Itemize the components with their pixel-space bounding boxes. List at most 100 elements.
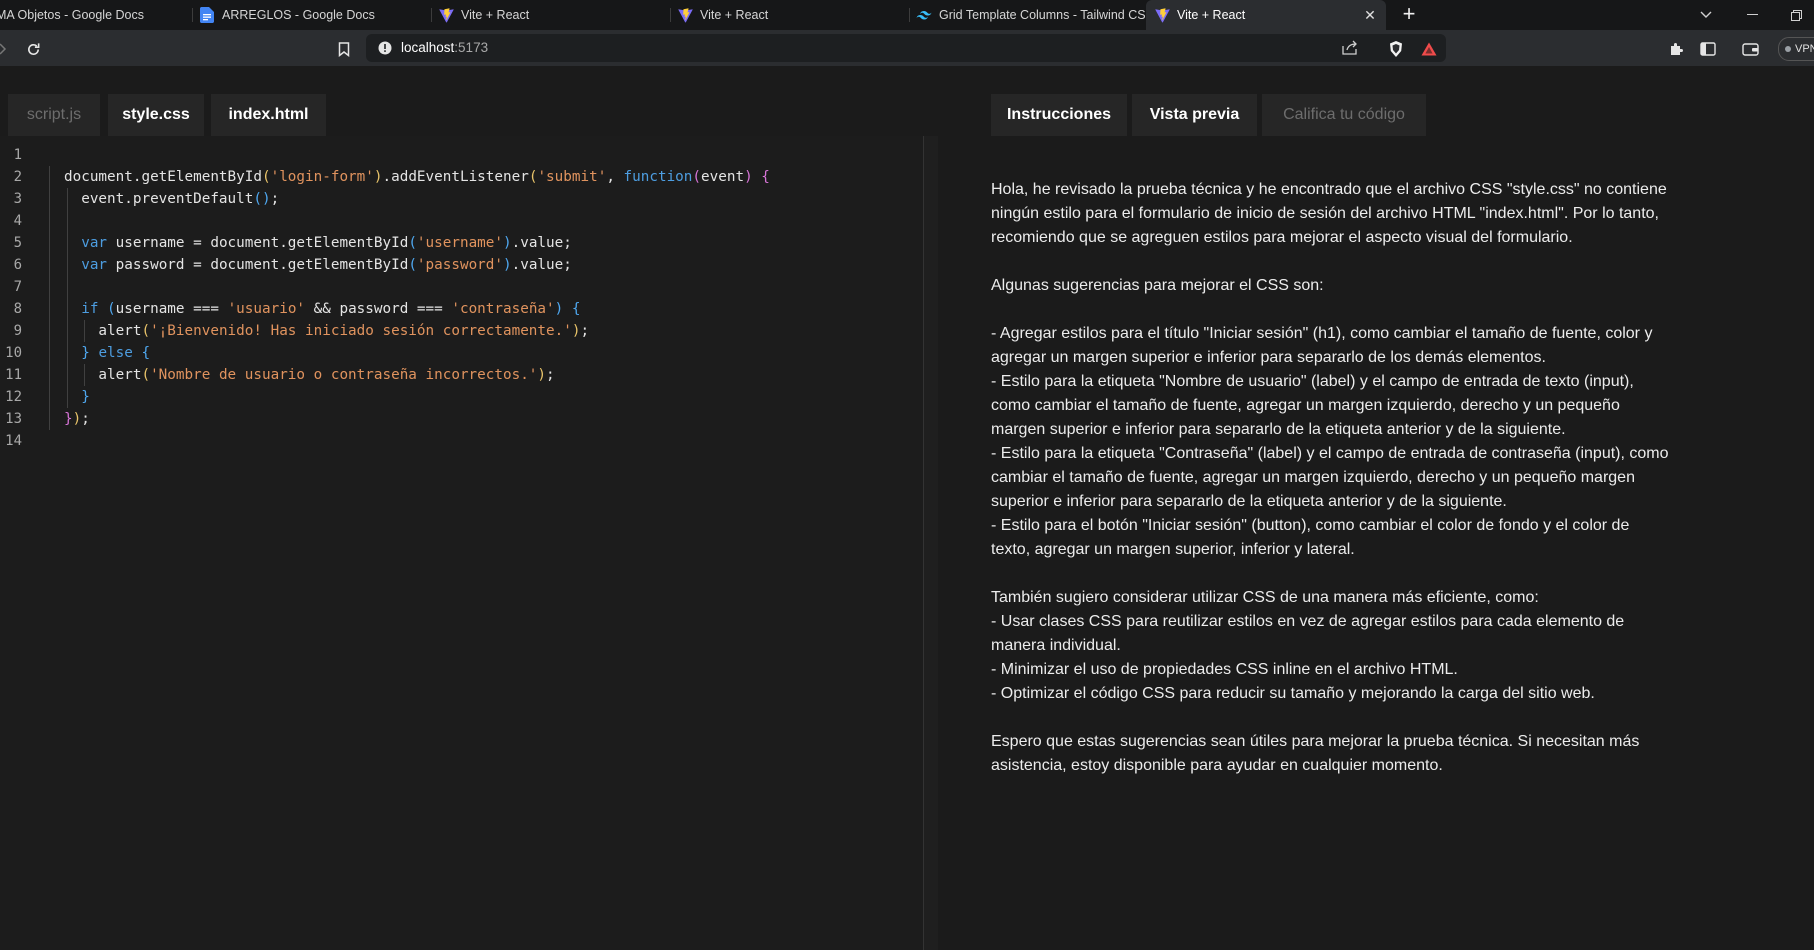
line-number: 1 xyxy=(13,147,22,163)
feedback-line: - Agregar estilos para el título "Inicia… xyxy=(991,325,1653,366)
brave-rewards-icon[interactable] xyxy=(1418,38,1440,60)
feedback-text: Hola, he revisado la prueba técnica y he… xyxy=(991,178,1671,802)
line-number: 4 xyxy=(13,213,22,229)
line-number: 2 xyxy=(13,169,22,185)
new-tab-button[interactable]: + xyxy=(1396,2,1422,28)
browser-toolbar: localhost:5173 VPN xyxy=(0,30,1814,66)
file-tab-index-html[interactable]: index.html xyxy=(211,94,326,136)
file-tab-label: script.js xyxy=(26,106,82,123)
panel-tab-label: Califica tu código xyxy=(1283,106,1405,123)
browser-tab[interactable]: Vite + React xyxy=(671,0,910,30)
indent-guide xyxy=(67,188,68,408)
tab-title: ARREGLOS - Google Docs xyxy=(222,8,375,22)
line-number: 8 xyxy=(13,301,22,317)
tailwind-icon xyxy=(916,7,932,23)
line-number: 14 xyxy=(5,433,22,449)
vite-icon xyxy=(1154,7,1170,23)
line-number: 12 xyxy=(5,389,22,405)
site-info-icon[interactable] xyxy=(378,41,392,60)
browser-tab-active[interactable]: Vite + React ✕ xyxy=(1146,0,1386,30)
url-host: localhost xyxy=(401,40,455,55)
feedback-paragraph: - Agregar estilos para el título "Inicia… xyxy=(991,322,1671,562)
vite-icon xyxy=(677,7,693,23)
code-text: event.preventDefault(); xyxy=(64,191,280,207)
panel-tab-label: Instrucciones xyxy=(1006,106,1112,123)
feedback-paragraph: Espero que estas sugerencias sean útiles… xyxy=(991,730,1671,778)
feedback-paragraph: Algunas sugerencias para mejorar el CSS … xyxy=(991,274,1671,298)
line-number: 10 xyxy=(5,345,22,361)
code-text: }); xyxy=(64,411,90,427)
code-text: document.getElementById('login-form').ad… xyxy=(64,169,770,185)
feedback-paragraph: También sugiero considerar utilizar CSS … xyxy=(991,586,1671,706)
line-number: 11 xyxy=(5,367,22,383)
line-number: 6 xyxy=(13,257,22,273)
tab-title: Vite + React xyxy=(461,8,530,22)
tab-vista-previa[interactable]: Vista previa xyxy=(1132,94,1257,136)
code-text: var password = document.getElementById('… xyxy=(81,257,572,273)
line-number: 9 xyxy=(13,323,22,339)
indent-guide xyxy=(84,320,85,342)
feedback-line: Hola, he revisado la prueba técnica y he… xyxy=(991,181,1667,246)
page: script.js style.css index.html 1 2 documen… xyxy=(0,66,1814,950)
feedback-line: - Optimizar el código CSS para reducir s… xyxy=(991,685,1595,702)
code-text: var username = document.getElementById('… xyxy=(81,235,572,251)
tab-califica-codigo[interactable]: Califica tu código xyxy=(1262,94,1426,136)
editor-scrollbar[interactable] xyxy=(924,136,938,950)
google-docs-icon xyxy=(199,7,215,23)
browser-tab[interactable]: Vite + React xyxy=(432,0,671,30)
close-icon[interactable]: ✕ xyxy=(1362,7,1378,23)
brave-shields-icon[interactable] xyxy=(1385,38,1407,60)
reload-icon[interactable] xyxy=(22,38,44,60)
line-number: 3 xyxy=(13,191,22,207)
file-tab-script-js[interactable]: script.js xyxy=(8,94,100,136)
browser-tab[interactable]: Grid Template Columns - Tailwind CSS xyxy=(910,0,1146,30)
code-text: alert('Nombre de usuario o contraseña in… xyxy=(64,367,555,383)
feedback-line: - Minimizar el uso de propiedades CSS in… xyxy=(991,661,1458,678)
browser-tab[interactable]: ARREGLOS - Google Docs xyxy=(193,0,432,30)
indent-guide xyxy=(49,166,50,430)
code-text: } else { xyxy=(81,345,151,361)
bookmark-icon[interactable] xyxy=(333,38,355,60)
tab-title: MA Objetos - Google Docs xyxy=(0,8,144,22)
tab-search-icon[interactable] xyxy=(1688,0,1724,30)
sidebar-icon[interactable] xyxy=(1697,38,1719,60)
vpn-label: VPN xyxy=(1795,43,1814,55)
feedback-line: Algunas sugerencias para mejorar el CSS … xyxy=(991,277,1324,294)
browser-tab-strip: MA Objetos - Google Docs ARREGLOS - Goog… xyxy=(0,0,1814,30)
code-editor[interactable]: 1 2 document.getElementById('login-form').… xyxy=(0,136,924,950)
indent-guide xyxy=(84,364,85,386)
url-text: localhost:5173 xyxy=(401,40,488,55)
feedback-line: - Estilo para la etiqueta "Contraseña" (… xyxy=(991,445,1669,510)
vpn-button[interactable]: VPN xyxy=(1778,37,1814,61)
browser-tab[interactable]: MA Objetos - Google Docs xyxy=(0,0,193,30)
feedback-line: - Estilo para la etiqueta "Nombre de usu… xyxy=(991,373,1634,438)
feedback-line: - Usar clases CSS para reutilizar estilo… xyxy=(991,613,1625,654)
file-tab-style-css[interactable]: style.css xyxy=(108,94,204,136)
share-icon[interactable] xyxy=(1342,40,1359,60)
vite-icon xyxy=(438,7,454,23)
feedback-line: - Estilo para el botón "Iniciar sesión" … xyxy=(991,517,1630,558)
minimize-icon[interactable] xyxy=(1734,0,1770,30)
feedback-paragraph: Hola, he revisado la prueba técnica y he… xyxy=(991,178,1671,250)
file-tab-label: index.html xyxy=(228,106,309,123)
file-tab-label: style.css xyxy=(122,106,190,123)
line-number: 13 xyxy=(5,411,22,427)
tab-title: Grid Template Columns - Tailwind CSS xyxy=(939,8,1146,22)
code-text: alert('¡Bienvenido! Has iniciado sesión … xyxy=(64,323,590,339)
line-number: 7 xyxy=(13,279,22,295)
feedback-line: Espero que estas sugerencias sean útiles… xyxy=(991,733,1640,774)
panel-tab-label: Vista previa xyxy=(1149,106,1240,123)
address-bar[interactable]: localhost:5173 xyxy=(366,34,1446,62)
code-text: if (username === 'usuario' && password =… xyxy=(81,301,581,317)
restore-icon[interactable] xyxy=(1778,0,1814,30)
vpn-status-icon xyxy=(1785,46,1791,52)
tab-title: Vite + React xyxy=(700,8,769,22)
feedback-line: También sugiero considerar utilizar CSS … xyxy=(991,589,1539,606)
tab-title: Vite + React xyxy=(1177,8,1246,22)
forward-icon[interactable] xyxy=(0,38,14,60)
tab-instrucciones[interactable]: Instrucciones xyxy=(991,94,1127,136)
url-port: :5173 xyxy=(454,40,489,55)
extensions-icon[interactable] xyxy=(1666,38,1688,60)
wallet-icon[interactable] xyxy=(1739,38,1761,60)
line-number: 5 xyxy=(13,235,22,251)
